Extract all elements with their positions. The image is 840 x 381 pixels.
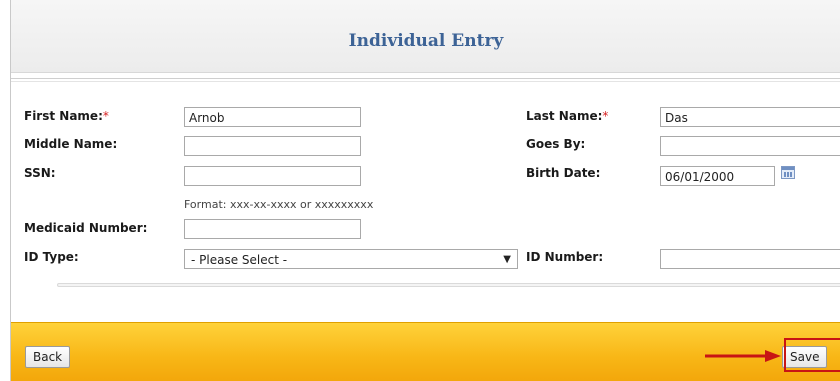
required-marker: * — [602, 109, 609, 123]
back-button[interactable]: Back — [25, 346, 71, 368]
birth-date-label: Birth Date: — [526, 166, 601, 180]
save-highlight-box — [784, 338, 840, 372]
middle-name-input[interactable] — [184, 136, 361, 156]
middle-name-label: Middle Name: — [24, 137, 118, 151]
page-title: Individual Entry — [348, 31, 504, 51]
id-type-selected-value: - Please Select - — [191, 253, 288, 267]
calendar-icon[interactable] — [781, 166, 795, 179]
required-marker: * — [102, 109, 109, 123]
first-name-label: First Name:* — [24, 109, 109, 123]
first-name-input[interactable]: Arnob — [184, 107, 361, 127]
id-number-input[interactable] — [660, 249, 840, 269]
section-divider — [57, 283, 840, 287]
ssn-format-hint: Format: xxx-xx-xxxx or xxxxxxxxx — [184, 198, 374, 211]
id-type-select[interactable]: - Please Select - ▼ — [184, 249, 518, 269]
dropdown-arrow-icon: ▼ — [503, 254, 511, 265]
form-panel: Individual Entry First Name:* Arnob Last… — [10, 0, 840, 381]
birth-date-input[interactable]: 06/01/2000 — [660, 166, 775, 186]
medicaid-number-label: Medicaid Number: — [24, 221, 148, 235]
arrow-right-icon — [705, 350, 781, 362]
ssn-input[interactable] — [184, 166, 361, 186]
medicaid-number-input[interactable] — [184, 219, 361, 239]
header-divider-secondary — [11, 81, 840, 82]
header-divider — [11, 78, 840, 79]
last-name-input[interactable]: Das — [660, 107, 840, 127]
ssn-label: SSN: — [24, 166, 56, 180]
goes-by-label: Goes By: — [526, 137, 586, 151]
goes-by-input[interactable] — [660, 136, 840, 156]
id-type-label: ID Type: — [24, 250, 79, 264]
last-name-label: Last Name:* — [526, 109, 609, 123]
id-number-label: ID Number: — [526, 250, 604, 264]
page-header: Individual Entry — [11, 0, 840, 73]
